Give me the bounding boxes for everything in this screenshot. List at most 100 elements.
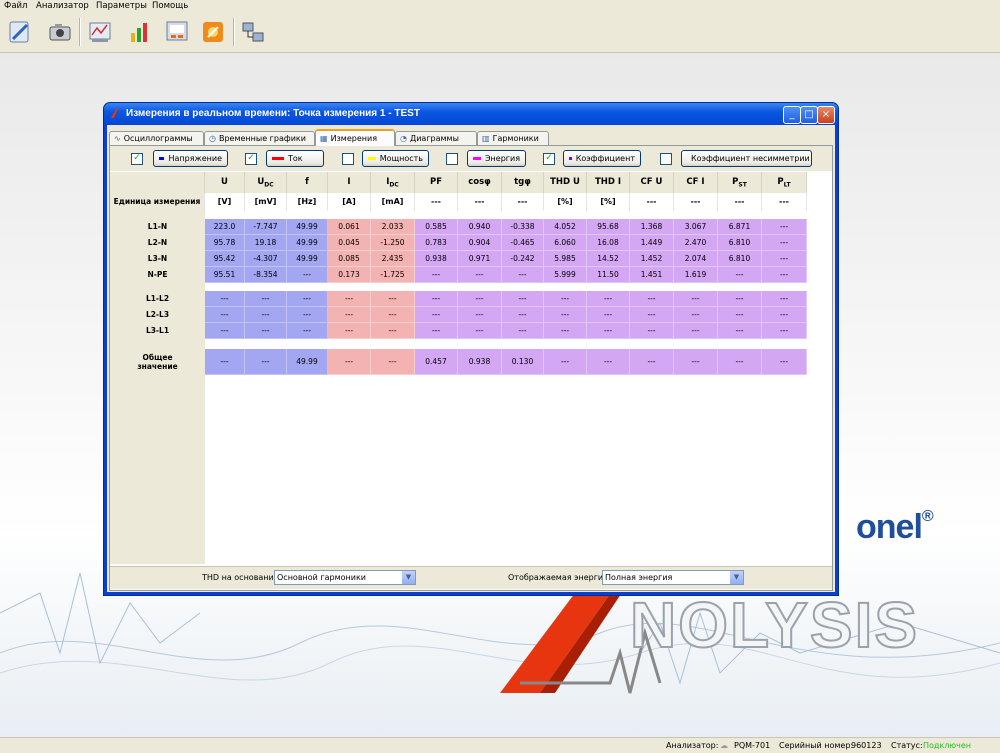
thd-basis-select[interactable]: Основной гармоники ▼ xyxy=(274,570,416,585)
column-unit: [A] xyxy=(328,193,371,211)
table-cell: --- xyxy=(587,323,630,339)
table-cell: 6.871 xyxy=(718,219,762,235)
column-header-main: PF xyxy=(429,177,443,187)
table-cell: 49.99 xyxy=(287,349,328,375)
table-cell: --- xyxy=(544,307,587,323)
tab-diagrams[interactable]: ◔ Диаграммы xyxy=(395,131,477,145)
settings-panel-icon[interactable] xyxy=(162,17,192,47)
energy-button[interactable]: Энергия xyxy=(467,150,526,167)
thd-basis-label: THD на основании xyxy=(202,573,279,582)
tab-harmonics[interactable]: ▥ Гармоники xyxy=(477,131,549,145)
power-swatch xyxy=(368,157,376,160)
column-header: PF xyxy=(415,172,458,193)
table-cell: --- xyxy=(762,251,807,267)
table-cell: --- xyxy=(587,291,630,307)
table-cell: --- xyxy=(371,307,415,323)
table-cell: --- xyxy=(205,323,245,339)
tab-oscillograms[interactable]: ∿ Осциллограммы xyxy=(109,131,204,145)
column-unit: --- xyxy=(718,193,762,211)
menu-analyzer[interactable]: Анализатор xyxy=(36,1,89,11)
table-cell: 2.033 xyxy=(371,219,415,235)
app-icon xyxy=(111,109,118,118)
voltage-button[interactable]: Напряжение xyxy=(153,150,228,167)
table-cell: --- xyxy=(718,307,762,323)
column-header: UDC xyxy=(245,172,287,193)
current-swatch xyxy=(272,157,284,160)
column-header-sub: DC xyxy=(264,181,274,189)
table-cell: 6.810 xyxy=(718,251,762,267)
menu-parameters[interactable]: Параметры xyxy=(96,1,147,11)
coefficient-button[interactable]: Коэффициент xyxy=(563,150,641,167)
energy-swatch xyxy=(473,157,481,160)
coefficient-checkbox[interactable]: ✓ xyxy=(543,153,555,165)
unbalance-button[interactable]: Коэффициент несимметрии xyxy=(681,150,812,167)
table-cell: --- xyxy=(762,219,807,235)
table-cell: 3.067 xyxy=(674,219,718,235)
table-cell: --- xyxy=(287,267,328,283)
table-cell: 19.18 xyxy=(245,235,287,251)
bar-chart-icon[interactable] xyxy=(125,17,155,47)
table-cell: -4.307 xyxy=(245,251,287,267)
table-cell: --- xyxy=(544,323,587,339)
chevron-down-icon: ▼ xyxy=(401,571,415,584)
energy-checkbox[interactable] xyxy=(446,153,458,165)
menu-file[interactable]: Файл xyxy=(4,1,27,11)
table-cell: --- xyxy=(762,323,807,339)
table-cell: --- xyxy=(718,349,762,375)
column-header-main: tgφ xyxy=(514,177,531,187)
table-cell: -0.242 xyxy=(502,251,544,267)
column-unit: [Hz] xyxy=(287,193,328,211)
network-icon[interactable] xyxy=(238,17,268,47)
column-header-main: f xyxy=(305,177,309,187)
table-cell: --- xyxy=(502,307,544,323)
table-cell: --- xyxy=(205,291,245,307)
column-header: U xyxy=(205,172,245,193)
menu-help[interactable]: Помощь xyxy=(152,1,188,11)
column-unit: [%] xyxy=(544,193,587,211)
table-cell: 6.060 xyxy=(544,235,587,251)
current-button[interactable]: Ток xyxy=(266,150,324,167)
bottom-options: THD на основании Основной гармоники ▼ Ото… xyxy=(110,566,832,589)
voltage-swatch xyxy=(159,157,165,160)
row-label: L2-N xyxy=(147,238,168,247)
minimize-button[interactable]: _ xyxy=(783,106,801,124)
column-header-sub: ST xyxy=(738,181,747,189)
close-button[interactable]: × xyxy=(817,106,835,124)
power-button[interactable]: Мощность xyxy=(362,150,429,167)
table-cell: 0.585 xyxy=(415,219,458,235)
camera-icon[interactable] xyxy=(45,17,75,47)
table-cell: --- xyxy=(458,323,502,339)
column-header-main: CF I xyxy=(686,177,705,187)
brand-product: NOLYSIS xyxy=(629,588,920,662)
harmonics-icon: ▥ xyxy=(482,134,490,143)
maximize-button[interactable]: □ xyxy=(800,106,818,124)
table-cell: -7.747 xyxy=(245,219,287,235)
analyze-icon[interactable] xyxy=(85,17,115,47)
window-titlebar[interactable]: Измерения в реальном времени: Точка изме… xyxy=(104,103,838,125)
table-cell: --- xyxy=(630,307,674,323)
table-cell: --- xyxy=(544,349,587,375)
column-unit: [mA] xyxy=(371,193,415,211)
voltage-checkbox[interactable]: ✓ xyxy=(131,153,143,165)
table-cell: --- xyxy=(415,307,458,323)
column-header: PST xyxy=(718,172,762,193)
tab-measurements[interactable]: ▦ Измерения xyxy=(315,129,395,146)
energy-display-select[interactable]: Полная энергия ▼ xyxy=(602,570,744,585)
current-checkbox[interactable]: ✓ xyxy=(245,153,257,165)
column-header-main: I xyxy=(347,177,351,187)
column-header: I xyxy=(328,172,371,193)
table-cell: -1.250 xyxy=(371,235,415,251)
table-cell: --- xyxy=(328,323,371,339)
table-cell: 0.938 xyxy=(458,349,502,375)
unbalance-checkbox[interactable] xyxy=(660,153,672,165)
table-cell: --- xyxy=(502,267,544,283)
table-cell: 4.052 xyxy=(544,219,587,235)
table-cell: --- xyxy=(415,323,458,339)
measurements-panel: ✓ Напряжение ✓ Ток Мощность Энергия ✓ Ко… xyxy=(109,145,833,591)
tools-icon[interactable] xyxy=(198,17,228,47)
power-checkbox[interactable] xyxy=(342,153,354,165)
table-cell: --- xyxy=(328,307,371,323)
tab-time-graphs[interactable]: ◷ Временные графики xyxy=(204,131,315,145)
connect-icon[interactable] xyxy=(5,17,35,47)
brand-suffix: onel® xyxy=(856,508,934,546)
